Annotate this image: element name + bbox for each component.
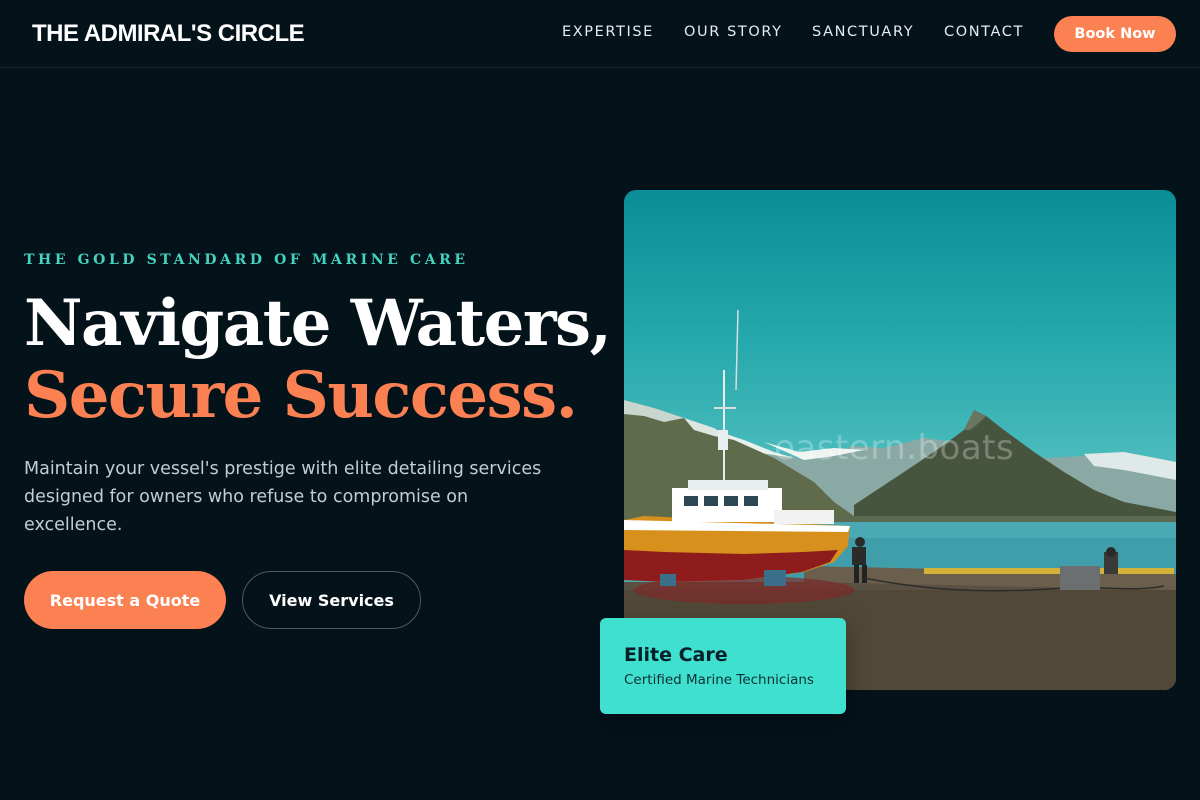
book-now-button[interactable]: Book Now xyxy=(1054,16,1176,52)
elite-care-badge: Elite Care Certified Marine Technicians xyxy=(600,618,846,714)
hero-eyebrow: THE GOLD STANDARD OF MARINE CARE xyxy=(24,252,469,268)
badge-subtitle: Certified Marine Technicians xyxy=(624,672,814,688)
nav-link-our-story[interactable]: OUR STORY xyxy=(684,24,783,40)
hero-description: Maintain your vessel's prestige with eli… xyxy=(24,459,542,535)
headline-line-2: Secure Success. xyxy=(24,358,578,433)
badge-title: Elite Care xyxy=(624,644,728,666)
view-services-button[interactable]: View Services xyxy=(242,571,421,629)
brand-logo[interactable]: THE ADMIRAL'S CIRCLE xyxy=(32,20,305,48)
headline-line-1: Navigate Waters, xyxy=(24,286,612,361)
request-quote-button[interactable]: Request a Quote xyxy=(24,571,226,629)
hero-headline: Navigate Waters, Secure Success. xyxy=(24,286,612,433)
nav-link-contact[interactable]: CONTACT xyxy=(944,24,1024,40)
image-watermark: eastern.boats xyxy=(774,428,1015,468)
top-navbar: THE ADMIRAL'S CIRCLE EXPERTISE OUR STORY… xyxy=(0,0,1200,68)
hero-boat-photo: eastern.boats xyxy=(624,190,1176,690)
nav-link-sanctuary[interactable]: SANCTUARY xyxy=(812,24,914,40)
nav-link-expertise[interactable]: EXPERTISE xyxy=(562,24,654,40)
